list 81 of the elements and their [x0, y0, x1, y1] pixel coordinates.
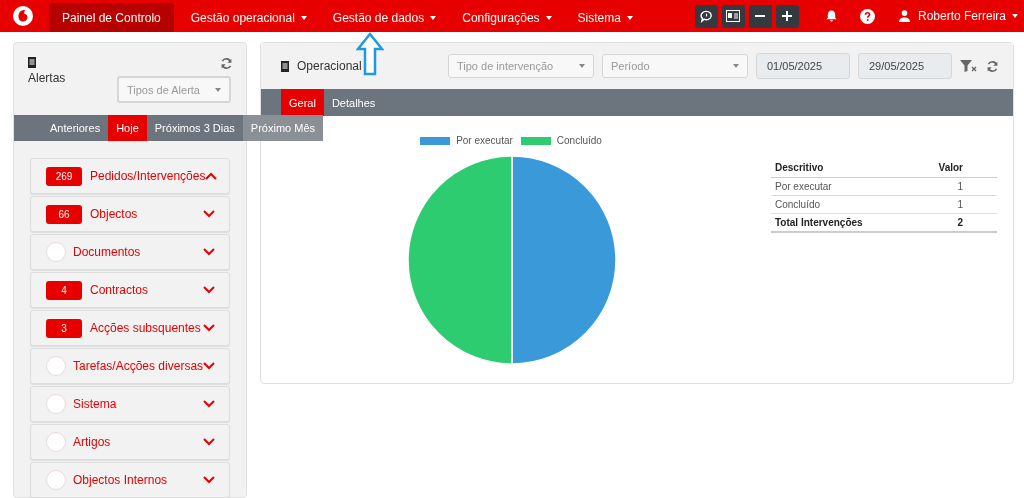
- legend-label: Concluído: [556, 135, 602, 146]
- alert-category-row[interactable]: Objectos Internos: [30, 462, 230, 498]
- logo-icon[interactable]: [13, 6, 33, 26]
- column-header: Valor: [907, 158, 997, 178]
- alert-category-row[interactable]: Documentos: [30, 234, 230, 270]
- table-cell: Total Intervenções: [771, 213, 908, 232]
- table-cell: 1: [907, 177, 997, 196]
- date-field[interactable]: 01/05/2025: [756, 53, 850, 79]
- tab[interactable]: Anteriores: [42, 115, 109, 141]
- category-label: Objectos Internos: [73, 473, 169, 487]
- category-label: Documentos: [73, 245, 142, 259]
- chevron-up-icon[interactable]: [205, 172, 218, 180]
- tab[interactable]: Próximos 3 Dias: [146, 115, 243, 141]
- tab[interactable]: Hoje: [108, 115, 147, 141]
- plus-icon: [781, 10, 794, 22]
- refresh-icon[interactable]: [986, 59, 999, 73]
- user-icon[interactable]: [898, 10, 910, 22]
- alert-category-row[interactable]: 269 Pedidos/Intervenções: [30, 158, 230, 194]
- alert-category-row[interactable]: 4 Contractos: [30, 272, 230, 308]
- menu-item[interactable]: Gestão de dados: [319, 3, 450, 32]
- category-label: Sistema: [73, 397, 118, 411]
- alert-category-row[interactable]: 3 Acções subsquentes: [30, 310, 230, 346]
- chevron-down-icon[interactable]: [203, 476, 215, 484]
- chevron-down-icon[interactable]: [203, 400, 215, 408]
- filter-dropdown[interactable]: Período: [602, 54, 748, 78]
- table-cell: Concluído: [771, 195, 908, 214]
- menu-item[interactable]: Configurações: [449, 3, 565, 32]
- alert-category-row[interactable]: 66 Objectos: [30, 196, 230, 232]
- empty-circle-icon: [46, 242, 66, 262]
- id-card-icon: [726, 10, 741, 22]
- count-badge: 4: [46, 280, 82, 300]
- empty-circle-icon: [46, 470, 66, 490]
- table-cell: 1: [907, 195, 997, 214]
- help-icon[interactable]: [859, 8, 875, 24]
- menu-item[interactable]: Gestão operacional: [177, 3, 320, 32]
- legend-label: Por executar: [456, 135, 513, 146]
- menu-item[interactable]: Sistema: [564, 3, 646, 32]
- category-label: Acções subsquentes: [90, 321, 202, 335]
- empty-circle-icon: [46, 394, 66, 414]
- document-icon: [281, 60, 289, 72]
- panel-title: Alertas: [28, 71, 66, 85]
- date-field[interactable]: 29/05/2025: [858, 53, 952, 79]
- chevron-down-icon[interactable]: [203, 286, 215, 294]
- bell-icon[interactable]: [824, 9, 838, 23]
- table-cell: Por executar: [771, 177, 908, 196]
- alert-category-row[interactable]: Artigos: [30, 424, 230, 460]
- clear-filter-icon[interactable]: [960, 60, 978, 72]
- panel-title: Operacional: [297, 59, 362, 73]
- tab[interactable]: Detalhes: [323, 89, 384, 116]
- chevron-down-icon[interactable]: [203, 324, 215, 332]
- menu-item[interactable]: Painel de Controlo: [49, 3, 174, 32]
- chevron-down-icon[interactable]: [203, 362, 216, 370]
- alert-type-dropdown[interactable]: Tipos de Alerta: [117, 76, 231, 103]
- id-card-button[interactable]: [721, 4, 745, 28]
- count-badge: 3: [46, 318, 82, 338]
- category-label: Contractos: [90, 283, 150, 297]
- document-icon: [28, 57, 36, 68]
- alert-category-row[interactable]: Tarefas/Acções diversas: [30, 348, 230, 384]
- speech-bubble-icon: [699, 9, 713, 23]
- column-header: Descritivo: [771, 158, 908, 178]
- count-badge: 269: [46, 166, 82, 186]
- category-label: Tarefas/Acções diversas: [73, 359, 204, 373]
- category-label: Pedidos/Intervenções: [90, 169, 206, 183]
- chevron-down-icon[interactable]: [203, 438, 215, 446]
- alert-category-row[interactable]: Sistema: [30, 386, 230, 422]
- minus-button[interactable]: [748, 4, 772, 28]
- tab[interactable]: Geral: [281, 89, 324, 116]
- chat-button[interactable]: [694, 4, 718, 28]
- plus-button[interactable]: [775, 4, 799, 28]
- category-label: Artigos: [73, 435, 112, 449]
- table-cell: 2: [907, 213, 997, 232]
- chevron-down-icon[interactable]: [203, 210, 215, 218]
- refresh-icon[interactable]: [220, 57, 233, 70]
- user-menu[interactable]: Roberto Ferreira: [917, 9, 1018, 23]
- category-label: Objectos: [90, 207, 139, 221]
- tab[interactable]: Próximo Mês: [242, 115, 324, 141]
- filter-dropdown[interactable]: Tipo de intervenção: [448, 54, 594, 78]
- chevron-down-icon[interactable]: [203, 248, 215, 256]
- count-badge: 66: [46, 204, 82, 224]
- empty-circle-icon: [46, 356, 66, 376]
- empty-circle-icon: [46, 432, 66, 452]
